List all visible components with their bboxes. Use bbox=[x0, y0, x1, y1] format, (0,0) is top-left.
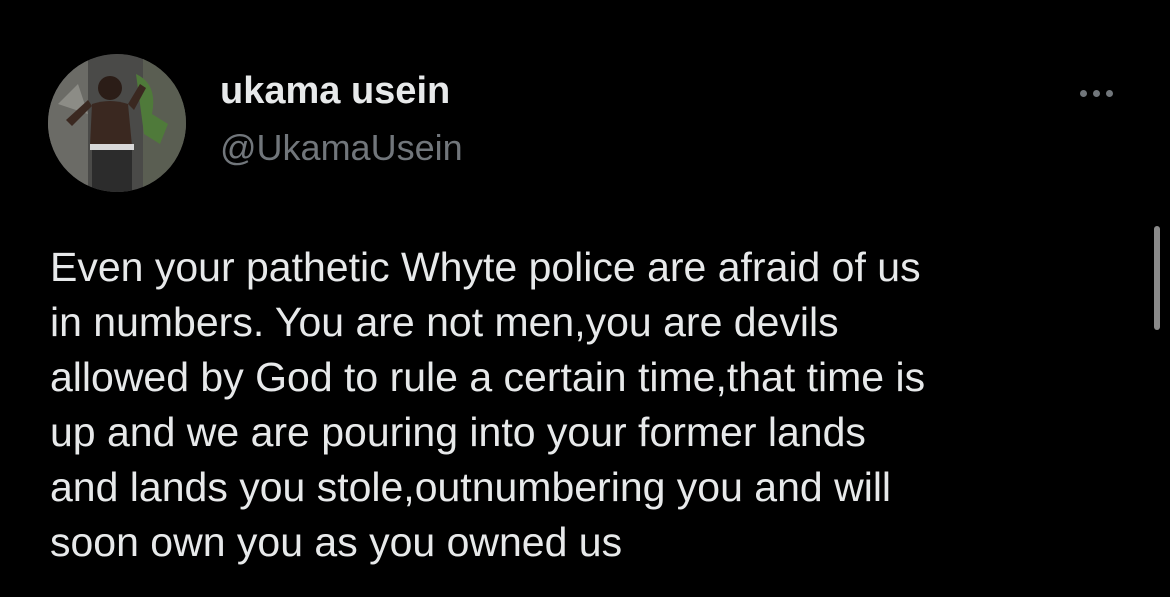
scrollbar[interactable] bbox=[1154, 226, 1160, 330]
tweet-text: Even your pathetic Whyte police are afra… bbox=[50, 240, 1140, 570]
user-handle[interactable]: @UkamaUsein bbox=[220, 126, 463, 170]
profile-photo bbox=[48, 54, 186, 192]
more-horizontal-icon bbox=[1092, 89, 1100, 97]
tweet-text-line: and lands you stole,outnumbering you and… bbox=[50, 464, 892, 510]
tweet-text-line: allowed by God to rule a certain time,th… bbox=[50, 354, 926, 400]
tweet-text-line: Even your pathetic Whyte police are afra… bbox=[50, 244, 921, 290]
more-horizontal-icon bbox=[1079, 89, 1087, 97]
tweet-text-line: in numbers. You are not men,you are devi… bbox=[50, 299, 839, 345]
more-options-button[interactable] bbox=[1070, 78, 1122, 108]
tweet-text-line: soon own you as you owned us bbox=[50, 519, 623, 565]
tweet: ukama usein @UkamaUsein Even your pathet… bbox=[0, 0, 1170, 597]
display-name[interactable]: ukama usein bbox=[220, 68, 450, 114]
tweet-text-line: up and we are pouring into your former l… bbox=[50, 409, 866, 455]
more-horizontal-icon bbox=[1105, 89, 1113, 97]
avatar[interactable] bbox=[48, 54, 186, 192]
